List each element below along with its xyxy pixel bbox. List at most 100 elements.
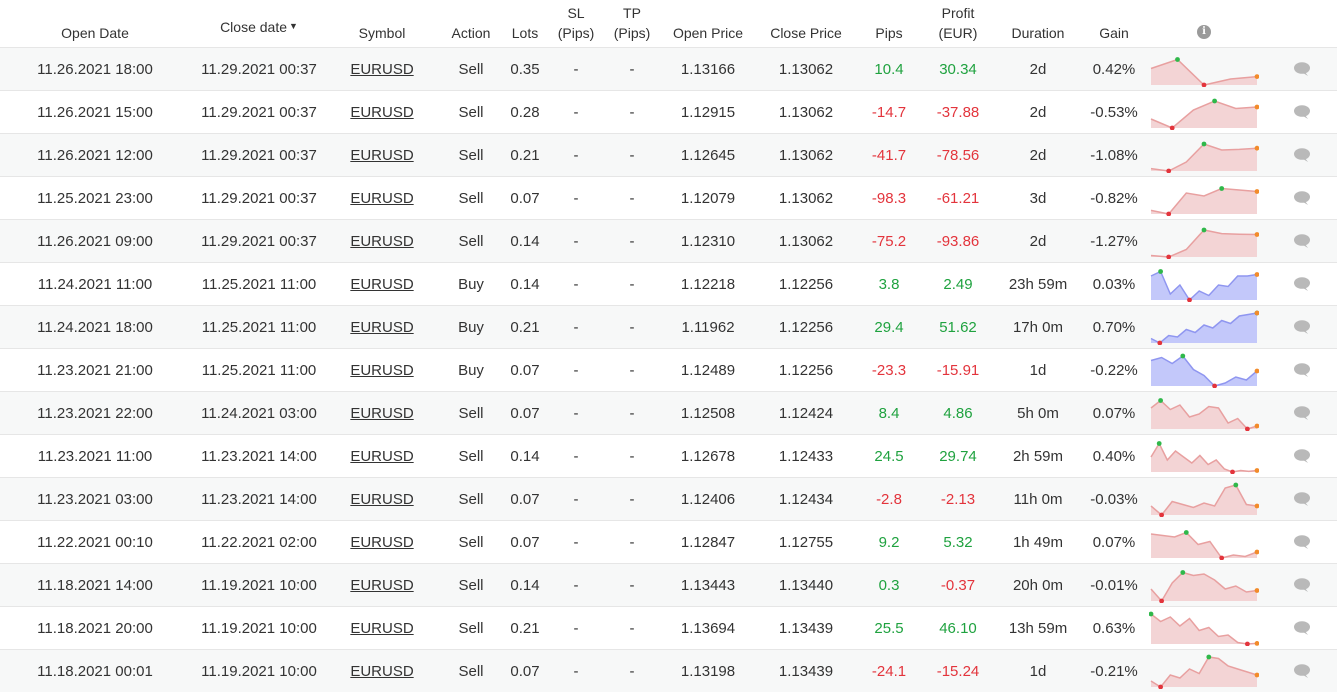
cell-profit-value: 30.34 <box>939 61 977 78</box>
cell-equity-sparkline <box>1142 478 1266 521</box>
cell-close-date: 11.29.2021 00:37 <box>190 134 328 177</box>
cell-open-date-value: 11.22.2021 00:10 <box>37 534 153 551</box>
cell-symbol-value[interactable]: EURUSD <box>350 362 413 379</box>
cell-lots: 0.28 <box>506 91 544 134</box>
header-gain[interactable]: Gain <box>1086 0 1142 48</box>
cell-gain-value: -0.01% <box>1090 577 1138 594</box>
cell-equity-sparkline <box>1142 392 1266 435</box>
cell-symbol-value[interactable]: EURUSD <box>350 190 413 207</box>
cell-pips: 24.5 <box>852 435 926 478</box>
cell-symbol-value[interactable]: EURUSD <box>350 663 413 680</box>
cell-close-date: 11.23.2021 14:00 <box>190 478 328 521</box>
cell-symbol-value[interactable]: EURUSD <box>350 620 413 637</box>
cell-action: Sell <box>436 564 506 607</box>
cell-gain: 0.42% <box>1086 48 1142 91</box>
header-profit[interactable]: Profit(EUR) <box>926 0 990 48</box>
cell-profit-value: 46.10 <box>939 620 977 637</box>
cell-profit: -15.24 <box>926 650 990 692</box>
cell-action: Sell <box>436 392 506 435</box>
cell-close-date-value: 11.25.2021 11:00 <box>202 362 317 379</box>
cell-close-price-value: 1.12256 <box>779 319 833 336</box>
cell-open-date-value: 11.23.2021 03:00 <box>37 491 153 508</box>
header-symbol[interactable]: Symbol <box>328 0 436 48</box>
comment-icon[interactable] <box>1266 362 1337 378</box>
cell-pips-value: -41.7 <box>872 147 906 164</box>
comment-icon[interactable] <box>1266 61 1337 77</box>
comment-icon[interactable] <box>1266 147 1337 163</box>
cell-close-date-value: 11.25.2021 11:00 <box>202 319 317 336</box>
cell-close-price-value: 1.13439 <box>779 620 833 637</box>
cell-symbol-value[interactable]: EURUSD <box>350 104 413 121</box>
cell-gain-value: 0.07% <box>1093 534 1136 551</box>
comment-icon[interactable] <box>1266 190 1337 206</box>
cell-symbol-value[interactable]: EURUSD <box>350 319 413 336</box>
cell-profit: 46.10 <box>926 607 990 650</box>
header-open-date[interactable]: Open Date <box>0 0 190 48</box>
cell-symbol-value[interactable]: EURUSD <box>350 147 413 164</box>
header-close-date[interactable]: Close date▼ <box>190 0 328 48</box>
header-sl[interactable]: SL(Pips) <box>544 0 608 48</box>
header-duration[interactable]: Duration <box>990 0 1086 48</box>
cell-open-price-value: 1.12218 <box>681 276 735 293</box>
info-icon[interactable]: i <box>1197 25 1211 39</box>
table-row: 11.25.2021 23:0011.29.2021 00:37EURUSDSe… <box>0 177 1337 220</box>
comment-icon[interactable] <box>1266 319 1337 335</box>
sparkline-max-marker <box>1158 269 1163 274</box>
cell-pips-value: 25.5 <box>874 620 903 637</box>
cell-open-date-value: 11.18.2021 14:00 <box>37 577 153 594</box>
comment-icon[interactable] <box>1266 534 1337 550</box>
cell-lots: 0.07 <box>506 349 544 392</box>
cell-symbol-value[interactable]: EURUSD <box>350 405 413 422</box>
header-info[interactable]: i <box>1142 0 1266 48</box>
comment-icon[interactable] <box>1266 233 1337 249</box>
comment-icon[interactable] <box>1266 104 1337 120</box>
cell-symbol-value[interactable]: EURUSD <box>350 534 413 551</box>
header-tp[interactable]: TP(Pips) <box>608 0 656 48</box>
cell-open-price-value: 1.12310 <box>681 233 735 250</box>
sparkline-area <box>1151 144 1257 171</box>
comment-icon[interactable] <box>1266 448 1337 464</box>
comment-icon[interactable] <box>1266 577 1337 593</box>
comment-icon[interactable] <box>1266 491 1337 507</box>
cell-open-date: 11.26.2021 18:00 <box>0 48 190 91</box>
cell-symbol-value[interactable]: EURUSD <box>350 276 413 293</box>
cell-close-price-value: 1.13440 <box>779 577 833 594</box>
cell-action-value: Buy <box>458 362 484 379</box>
cell-profit: -37.88 <box>926 91 990 134</box>
header-open-price[interactable]: Open Price <box>656 0 760 48</box>
header-pips[interactable]: Pips <box>852 0 926 48</box>
cell-close-price: 1.12424 <box>760 392 852 435</box>
comment-icon[interactable] <box>1266 663 1337 679</box>
comment-icon[interactable] <box>1266 276 1337 292</box>
cell-gain: 0.70% <box>1086 306 1142 349</box>
cell-symbol-value[interactable]: EURUSD <box>350 233 413 250</box>
cell-profit-value: 2.49 <box>943 276 972 293</box>
cell-symbol: EURUSD <box>328 91 436 134</box>
cell-open-date-value: 11.18.2021 20:00 <box>37 620 153 637</box>
cell-symbol-value[interactable]: EURUSD <box>350 577 413 594</box>
cell-gain-value: 0.70% <box>1093 319 1136 336</box>
cell-profit: 4.86 <box>926 392 990 435</box>
cell-action-value: Sell <box>458 620 483 637</box>
sparkline-area <box>1151 657 1257 687</box>
cell-gain: 0.03% <box>1086 263 1142 306</box>
cell-symbol-value[interactable]: EURUSD <box>350 491 413 508</box>
cell-close-date: 11.19.2021 10:00 <box>190 607 328 650</box>
equity-sparkline <box>1149 309 1259 345</box>
comment-icon[interactable] <box>1266 405 1337 421</box>
cell-close-price-value: 1.12256 <box>779 276 833 293</box>
header-action[interactable]: Action <box>436 0 506 48</box>
sparkline-last-marker <box>1255 468 1259 473</box>
cell-pips-value: 0.3 <box>879 577 900 594</box>
header-lots[interactable]: Lots <box>506 0 544 48</box>
cell-profit-value: 5.32 <box>943 534 972 551</box>
cell-sl: - <box>544 177 608 220</box>
header-close-price[interactable]: Close Price <box>760 0 852 48</box>
cell-symbol-value[interactable]: EURUSD <box>350 448 413 465</box>
cell-profit: 29.74 <box>926 435 990 478</box>
cell-open-date: 11.26.2021 12:00 <box>0 134 190 177</box>
comment-icon[interactable] <box>1266 620 1337 636</box>
cell-comment <box>1266 91 1337 134</box>
cell-gain-value: 0.07% <box>1093 405 1136 422</box>
cell-symbol-value[interactable]: EURUSD <box>350 61 413 78</box>
